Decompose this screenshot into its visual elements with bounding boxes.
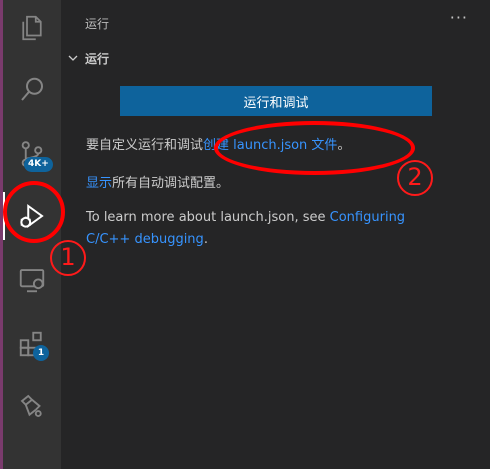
learn-more-suffix: . <box>203 232 208 247</box>
run-debug-icon <box>20 204 44 228</box>
source-control-badge: 4K+ <box>24 157 53 172</box>
activity-run-and-debug[interactable] <box>3 192 61 240</box>
active-indicator <box>3 192 5 240</box>
learn-more-text: To learn more about launch.json, see Con… <box>86 207 416 251</box>
run-and-debug-button[interactable]: 运行和调试 <box>120 86 432 116</box>
chevron-down-icon <box>68 55 78 61</box>
activity-explorer[interactable] <box>3 4 61 52</box>
create-launch-json-link[interactable]: 创建 launch.json 文件 <box>203 138 337 153</box>
sidebar-title: 运行 <box>85 17 110 31</box>
activity-source-control[interactable]: 4K+ <box>3 130 61 178</box>
extensions-badge: 1 <box>33 345 49 361</box>
customize-run-prefix: 要自定义运行和调试 <box>86 138 204 153</box>
show-configs-text: 显示所有自动调试配置。 <box>86 172 229 191</box>
remote-explorer-icon <box>19 269 45 293</box>
activity-bar: 4K+ 1 <box>3 0 61 469</box>
search-icon <box>21 77 43 101</box>
annotation-marker-1: 1 <box>50 240 86 276</box>
customize-run-suffix: 。 <box>337 138 351 153</box>
files-icon <box>22 15 42 41</box>
show-configs-suffix: 所有自动调试配置。 <box>112 176 230 191</box>
learn-more-prefix: To learn more about launch.json, see <box>86 210 330 225</box>
run-sidebar: 运行 ··· 运行 运行和调试 要自定义运行和调试创建 launch.json … <box>61 0 490 469</box>
customize-run-text: 要自定义运行和调试创建 launch.json 文件。 <box>86 134 350 153</box>
cmake-icon <box>20 394 42 417</box>
activity-search[interactable] <box>3 66 61 114</box>
activity-extensions[interactable]: 1 <box>3 320 61 368</box>
section-header-run[interactable]: 运行 <box>67 48 109 68</box>
more-actions-icon[interactable]: ··· <box>450 8 468 27</box>
section-title: 运行 <box>85 51 110 66</box>
show-all-configs-link[interactable]: 显示 <box>86 176 112 191</box>
activity-cmake[interactable] <box>3 382 61 430</box>
annotation-marker-2: 2 <box>397 160 433 196</box>
